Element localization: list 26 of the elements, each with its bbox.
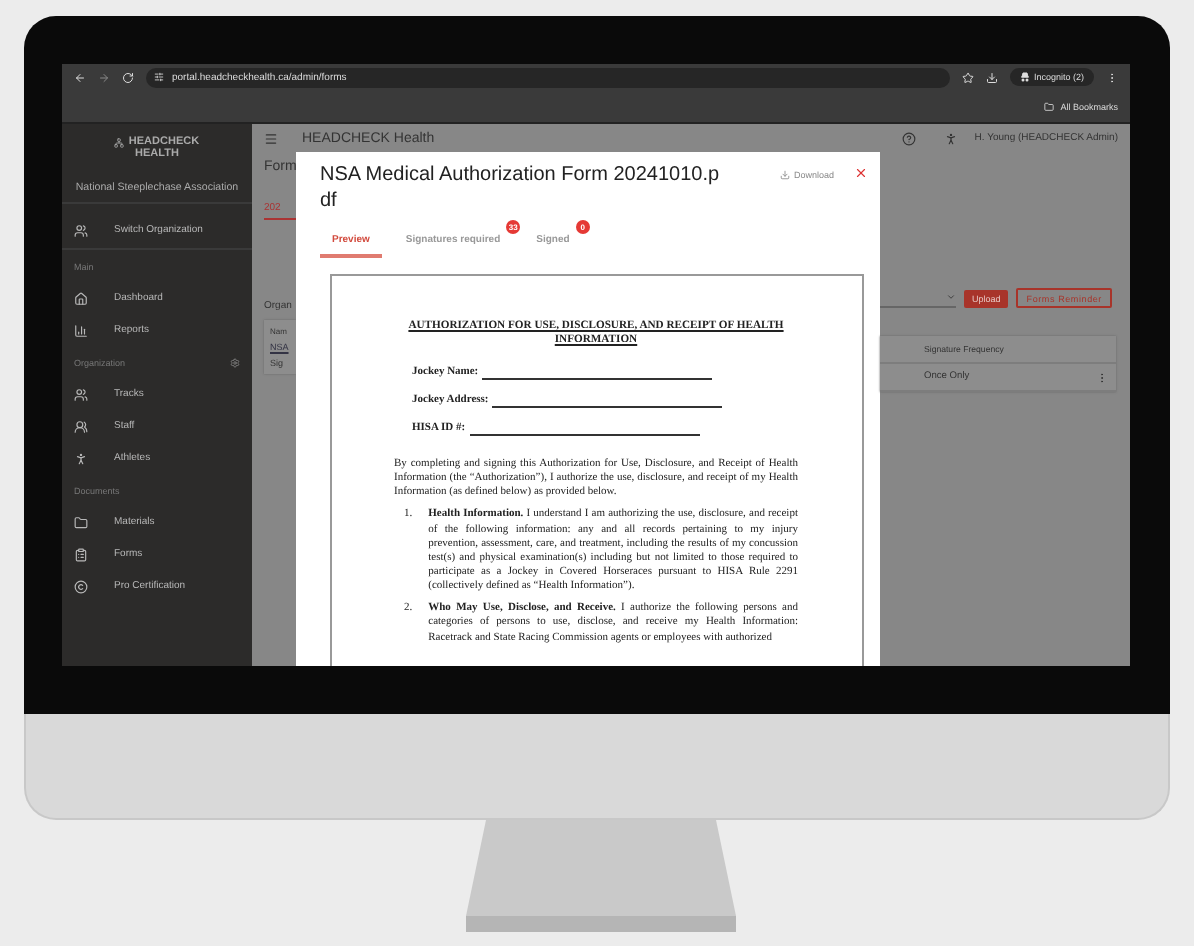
- copyright-icon: [74, 579, 88, 593]
- download-icon: [779, 170, 790, 180]
- modal-title: NSA Medical Authorization Form 20241010.pdf: [320, 164, 722, 214]
- star-icon[interactable]: [961, 71, 974, 83]
- logo-icon: [114, 138, 125, 149]
- select-field[interactable]: [880, 289, 956, 307]
- two-people-icon: [74, 419, 88, 433]
- person-icon: [74, 451, 88, 465]
- clipboard-icon: [74, 547, 88, 561]
- folder-icon: [74, 515, 88, 529]
- help-icon[interactable]: [902, 131, 917, 145]
- menu-icon[interactable]: [264, 131, 278, 145]
- incognito-icon: [1019, 72, 1030, 82]
- people-icon: [74, 387, 88, 401]
- person-icon: [944, 131, 959, 145]
- settings-icon[interactable]: [230, 357, 240, 367]
- people-icon: [74, 223, 88, 237]
- site-info-icon[interactable]: [154, 72, 164, 82]
- close-button[interactable]: [854, 166, 868, 180]
- bar-chart-icon: [74, 323, 88, 337]
- caret-icon: [946, 292, 956, 302]
- home-icon: [74, 291, 88, 305]
- back-icon[interactable]: [74, 71, 86, 83]
- folder-icon[interactable]: [1044, 101, 1055, 111]
- reload-icon[interactable]: [122, 71, 134, 83]
- download-icon[interactable]: [985, 71, 998, 83]
